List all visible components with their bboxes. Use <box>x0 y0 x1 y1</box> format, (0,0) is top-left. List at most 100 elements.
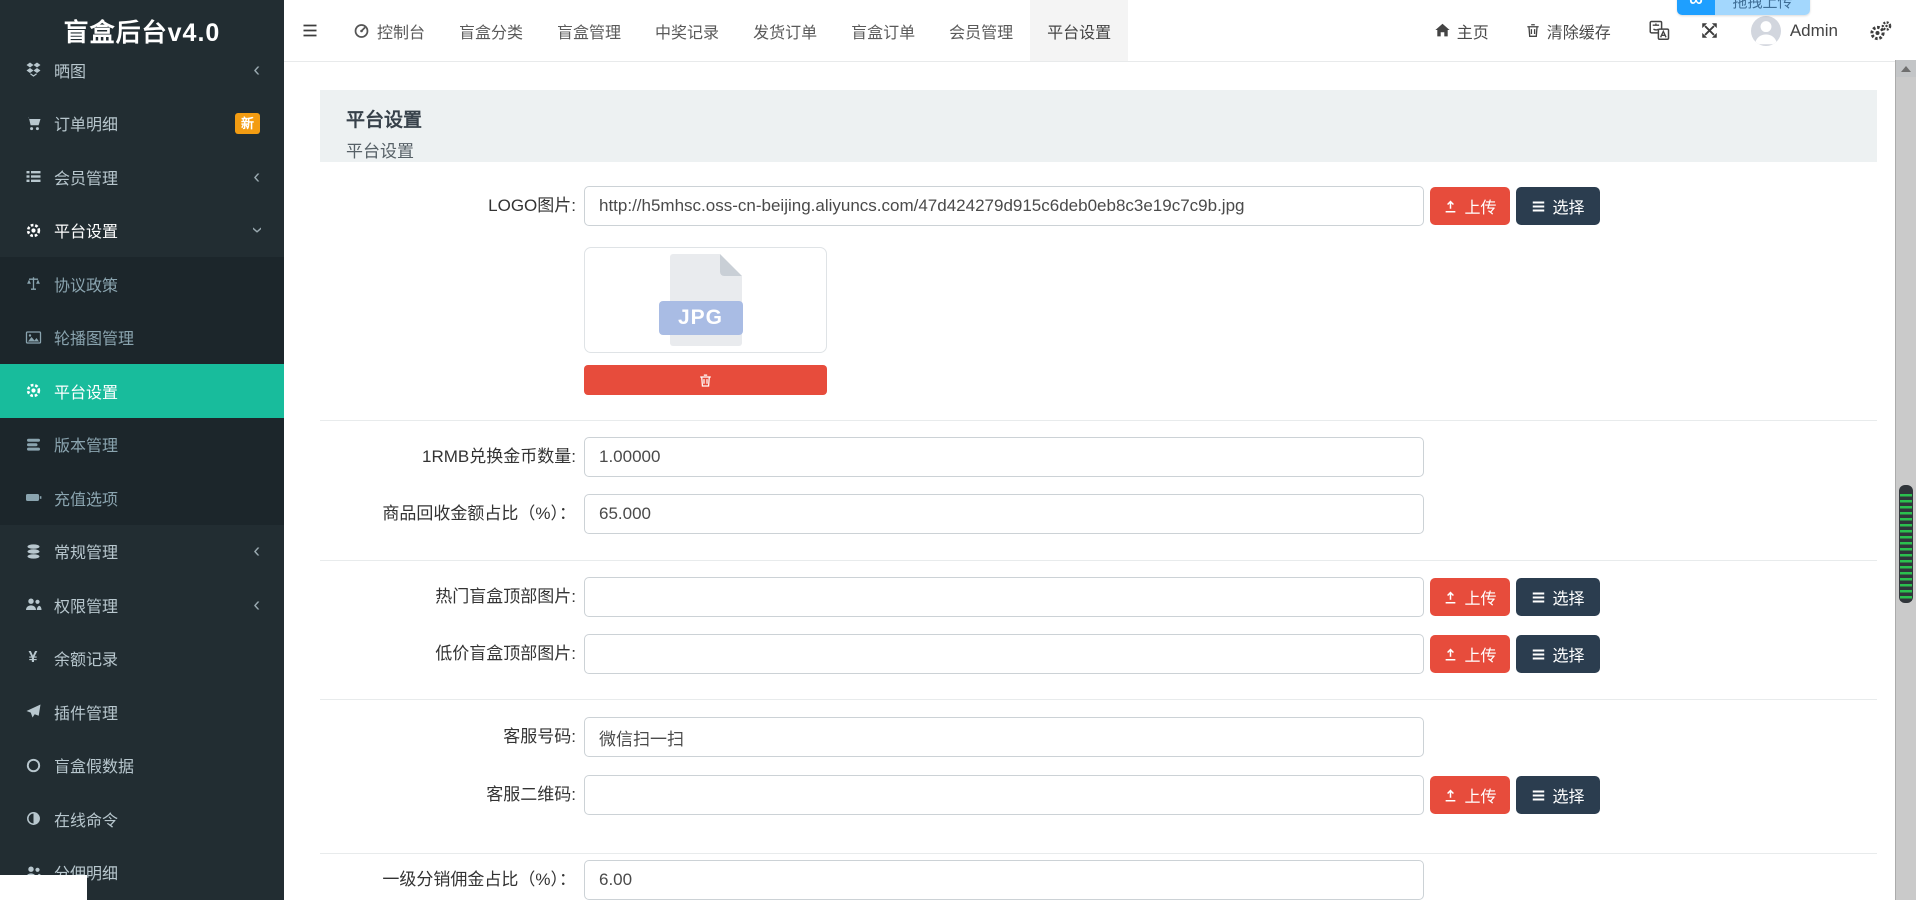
dashboard-icon <box>353 22 370 39</box>
sidebar-item-label: 订单明细 <box>54 111 235 135</box>
chevron-down-icon: ‹ <box>247 227 267 234</box>
sidebar-item-agreement-policy[interactable]: 协议政策 <box>0 257 284 311</box>
chevron-left-icon: ‹ <box>253 595 260 615</box>
service-number-input[interactable] <box>584 717 1424 757</box>
sidebar-item-balance-records[interactable]: ¥ 余额记录 <box>0 632 284 686</box>
upload-button-label: 上传 <box>1464 194 1496 218</box>
settings-button[interactable] <box>1868 20 1892 42</box>
sidebar-item-online-commands[interactable]: 在线命令 <box>0 792 284 846</box>
tab-box-orders[interactable]: 盲盒订单 <box>834 0 932 61</box>
page-header: 平台设置 平台设置 <box>320 90 1877 162</box>
delete-thumbnail-button[interactable] <box>584 365 827 395</box>
logo-upload-button[interactable]: 上传 <box>1430 187 1510 225</box>
user-menu[interactable]: Admin <box>1751 16 1838 46</box>
rmb-rate-input[interactable] <box>584 437 1424 477</box>
service-qr-upload-button[interactable]: 上传 <box>1430 776 1510 814</box>
sidebar-item-members[interactable]: 会员管理 ‹ <box>0 150 284 204</box>
sidebar-item-label: 余额记录 <box>54 646 260 670</box>
clear-cache-label: 清除缓存 <box>1547 19 1611 43</box>
scrollbar[interactable] <box>1895 60 1916 900</box>
sidebar-item-general-manage[interactable]: 常规管理 ‹ <box>0 525 284 579</box>
logo-image-label: LOGO图片: <box>320 186 576 226</box>
low-box-upload-button[interactable]: 上传 <box>1430 635 1510 673</box>
cart-icon <box>24 115 42 132</box>
logo-choose-button[interactable]: 选择 <box>1516 187 1600 225</box>
divider <box>320 853 1877 854</box>
jpg-badge: JPG <box>659 301 743 335</box>
dropbox-icon <box>24 62 42 78</box>
tab-label: 会员管理 <box>949 19 1013 43</box>
tab-win-records[interactable]: 中奖记录 <box>638 0 736 61</box>
avatar <box>1751 16 1781 46</box>
sidebar-item-order-details[interactable]: 订单明细 新 <box>0 97 284 151</box>
choose-button-label: 选择 <box>1552 585 1584 609</box>
circle-icon <box>24 757 42 774</box>
upload-icon <box>1443 647 1458 662</box>
tab-box-category[interactable]: 盲盒分类 <box>442 0 540 61</box>
list-icon <box>1531 590 1546 605</box>
home-icon <box>1434 22 1451 39</box>
divider <box>320 560 1877 561</box>
divider <box>320 420 1877 421</box>
hot-box-choose-button[interactable]: 选择 <box>1516 578 1600 616</box>
service-qr-choose-button[interactable]: 选择 <box>1516 776 1600 814</box>
sidebar-item-permissions[interactable]: 权限管理 ‹ <box>0 578 284 632</box>
infinity-icon: ∞ <box>1677 0 1715 15</box>
drag-upload-label: 拖拽上传 <box>1715 0 1810 15</box>
sidebar-item-label: 平台设置 <box>54 218 253 242</box>
sidebar-item-recharge-options[interactable]: 充值选项 <box>0 471 284 525</box>
sidebar-item-label: 插件管理 <box>54 700 260 724</box>
logo-url-input[interactable] <box>584 186 1424 226</box>
tab-ship-orders[interactable]: 发货订单 <box>736 0 834 61</box>
chevron-left-icon: ‹ <box>253 167 260 187</box>
low-box-choose-button[interactable]: 选择 <box>1516 635 1600 673</box>
top-navbar: 盲盒后台v4.0 控制台 盲盒分类 盲盒管理 中奖记录 发货订单 盲盒订单 会员… <box>0 0 1916 62</box>
list-icon <box>1531 199 1546 214</box>
tab-label: 中奖记录 <box>655 19 719 43</box>
tab-label: 盲盒管理 <box>557 19 621 43</box>
drag-upload-widget[interactable]: ∞ 拖拽上传 <box>1677 0 1810 15</box>
sidebar-item-version-manage[interactable]: 版本管理 <box>0 418 284 472</box>
commission-input[interactable] <box>584 860 1424 900</box>
hot-box-image-input[interactable] <box>584 577 1424 617</box>
recycle-percent-input[interactable] <box>584 494 1424 534</box>
translate-button[interactable] <box>1649 20 1670 41</box>
new-badge: 新 <box>235 113 260 134</box>
tab-label: 盲盒订单 <box>851 19 915 43</box>
scrollbar-up-button[interactable] <box>1896 60 1916 77</box>
tab-label: 控制台 <box>377 19 425 43</box>
sidebar-item-label: 晒图 <box>54 62 253 82</box>
fullscreen-button[interactable] <box>1700 21 1719 40</box>
upload-button-label: 上传 <box>1464 585 1496 609</box>
service-qr-input[interactable] <box>584 775 1424 815</box>
users-icon <box>24 596 42 613</box>
sidebar-item-plugins[interactable]: 插件管理 <box>0 685 284 739</box>
trash-icon <box>698 373 713 388</box>
tab-box-manage[interactable]: 盲盒管理 <box>540 0 638 61</box>
sidebar-toggle-button[interactable] <box>284 0 336 61</box>
hot-box-upload-button[interactable]: 上传 <box>1430 578 1510 616</box>
list-icon <box>1531 788 1546 803</box>
clear-cache-button[interactable]: 清除缓存 <box>1525 19 1611 43</box>
home-label: 主页 <box>1457 19 1489 43</box>
sidebar-item-carousel-manage[interactable]: 轮播图管理 <box>0 311 284 365</box>
expand-icon <box>1700 21 1719 40</box>
list-icon <box>24 168 42 185</box>
scrollbar-thumb[interactable] <box>1899 485 1913 603</box>
low-box-image-input[interactable] <box>584 634 1424 674</box>
trash-icon <box>1525 22 1541 39</box>
sidebar-item-platform-settings[interactable]: 平台设置 <box>0 364 284 418</box>
sidebar-item-photos[interactable]: 晒图 ‹ <box>0 62 284 97</box>
tab-label: 平台设置 <box>1047 19 1111 43</box>
home-link[interactable]: 主页 <box>1434 19 1489 43</box>
sidebar-item-fake-data[interactable]: 盲盒假数据 <box>0 739 284 793</box>
chevron-left-icon: ‹ <box>253 62 260 80</box>
tab-label: 发货订单 <box>753 19 817 43</box>
tab-members[interactable]: 会员管理 <box>932 0 1030 61</box>
arrow-up-icon <box>1901 66 1911 72</box>
sidebar-menu: 晒图 ‹ 订单明细 新 会员管理 ‹ 平台设置 ‹ <box>0 62 284 899</box>
sidebar-item-platform-settings-parent[interactable]: 平台设置 ‹ <box>0 204 284 258</box>
tab-platform-settings[interactable]: 平台设置 <box>1030 0 1128 61</box>
tab-dashboard[interactable]: 控制台 <box>336 0 442 61</box>
hamburger-icon <box>300 22 320 39</box>
